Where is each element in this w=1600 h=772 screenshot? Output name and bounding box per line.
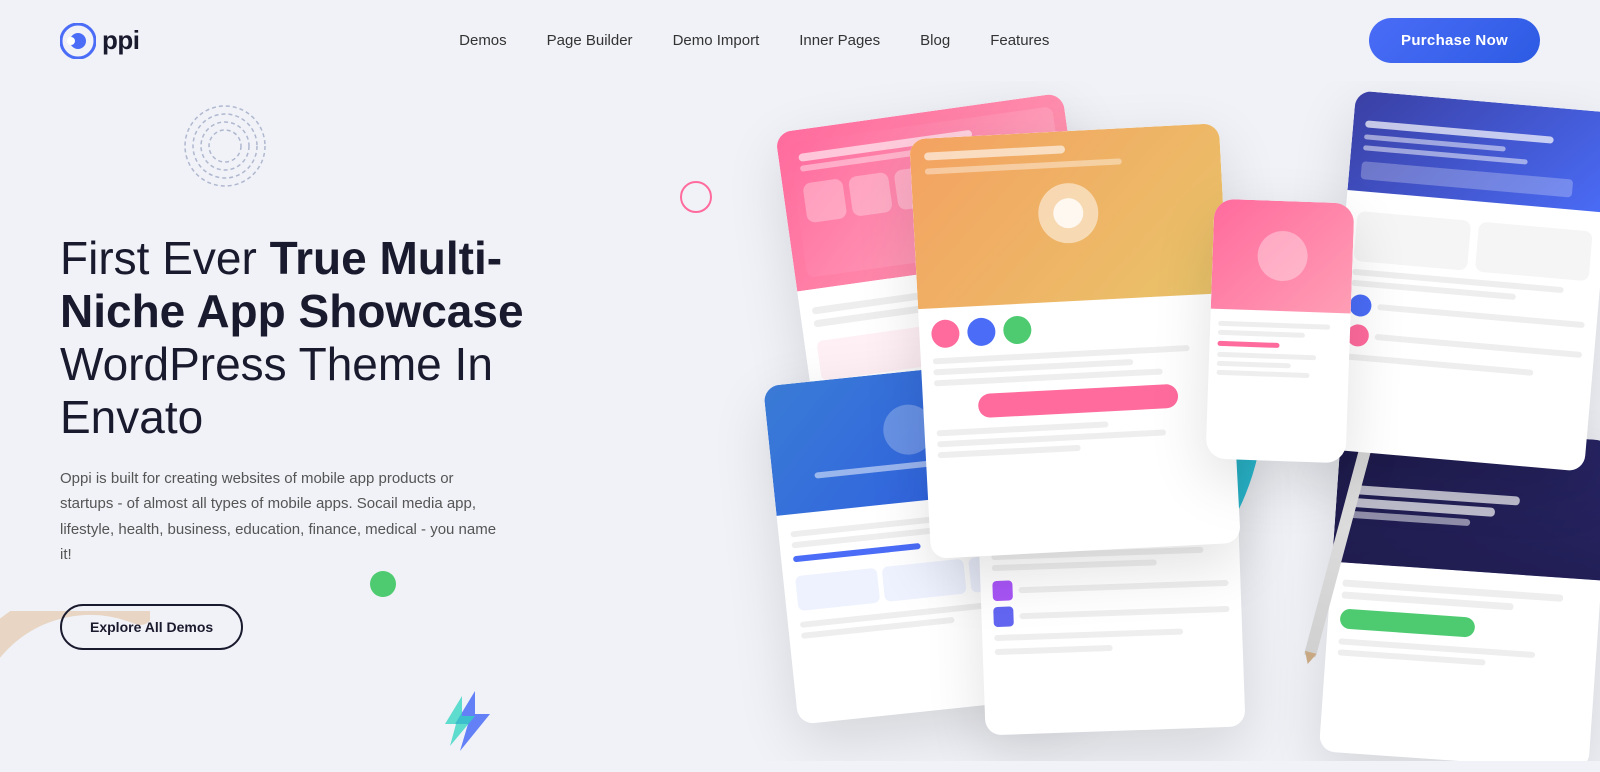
nav-page-builder[interactable]: Page Builder xyxy=(547,32,633,49)
mockup-card-dark-blue xyxy=(1325,90,1600,471)
hero-heading-normal: First Ever xyxy=(60,232,270,284)
logo-icon xyxy=(60,23,96,59)
pink-ring-decoration xyxy=(680,181,712,213)
nav-demo-import[interactable]: Demo Import xyxy=(673,32,760,49)
purchase-now-button[interactable]: Purchase Now xyxy=(1369,18,1540,63)
hero-heading: First Ever True Multi-Niche App Showcase… xyxy=(60,232,600,444)
circle-lines-decoration xyxy=(180,101,270,191)
lightning-decoration xyxy=(440,686,500,761)
mockup-showcase xyxy=(720,81,1600,761)
nav-demos[interactable]: Demos xyxy=(459,32,507,49)
logo[interactable]: ppi xyxy=(60,23,140,59)
mockup-card-tablet xyxy=(909,123,1241,559)
nav-inner-pages[interactable]: Inner Pages xyxy=(799,32,880,49)
hero-description: Oppi is built for creating websites of m… xyxy=(60,466,510,568)
logo-text: ppi xyxy=(102,25,140,56)
mockup-phone-small xyxy=(1206,199,1355,464)
nav-features[interactable]: Features xyxy=(990,32,1049,49)
hero-section: First Ever True Multi-Niche App Showcase… xyxy=(0,81,1600,761)
navbar: ppi Demos Page Builder Demo Import Inner… xyxy=(0,0,1600,81)
nav-links: Demos Page Builder Demo Import Inner Pag… xyxy=(459,32,1049,50)
hero-text-block: First Ever True Multi-Niche App Showcase… xyxy=(60,232,600,650)
nav-blog[interactable]: Blog xyxy=(920,32,950,49)
explore-all-demos-button[interactable]: Explore All Demos xyxy=(60,604,243,650)
hero-heading-suffix: WordPress Theme In Envato xyxy=(60,338,493,443)
